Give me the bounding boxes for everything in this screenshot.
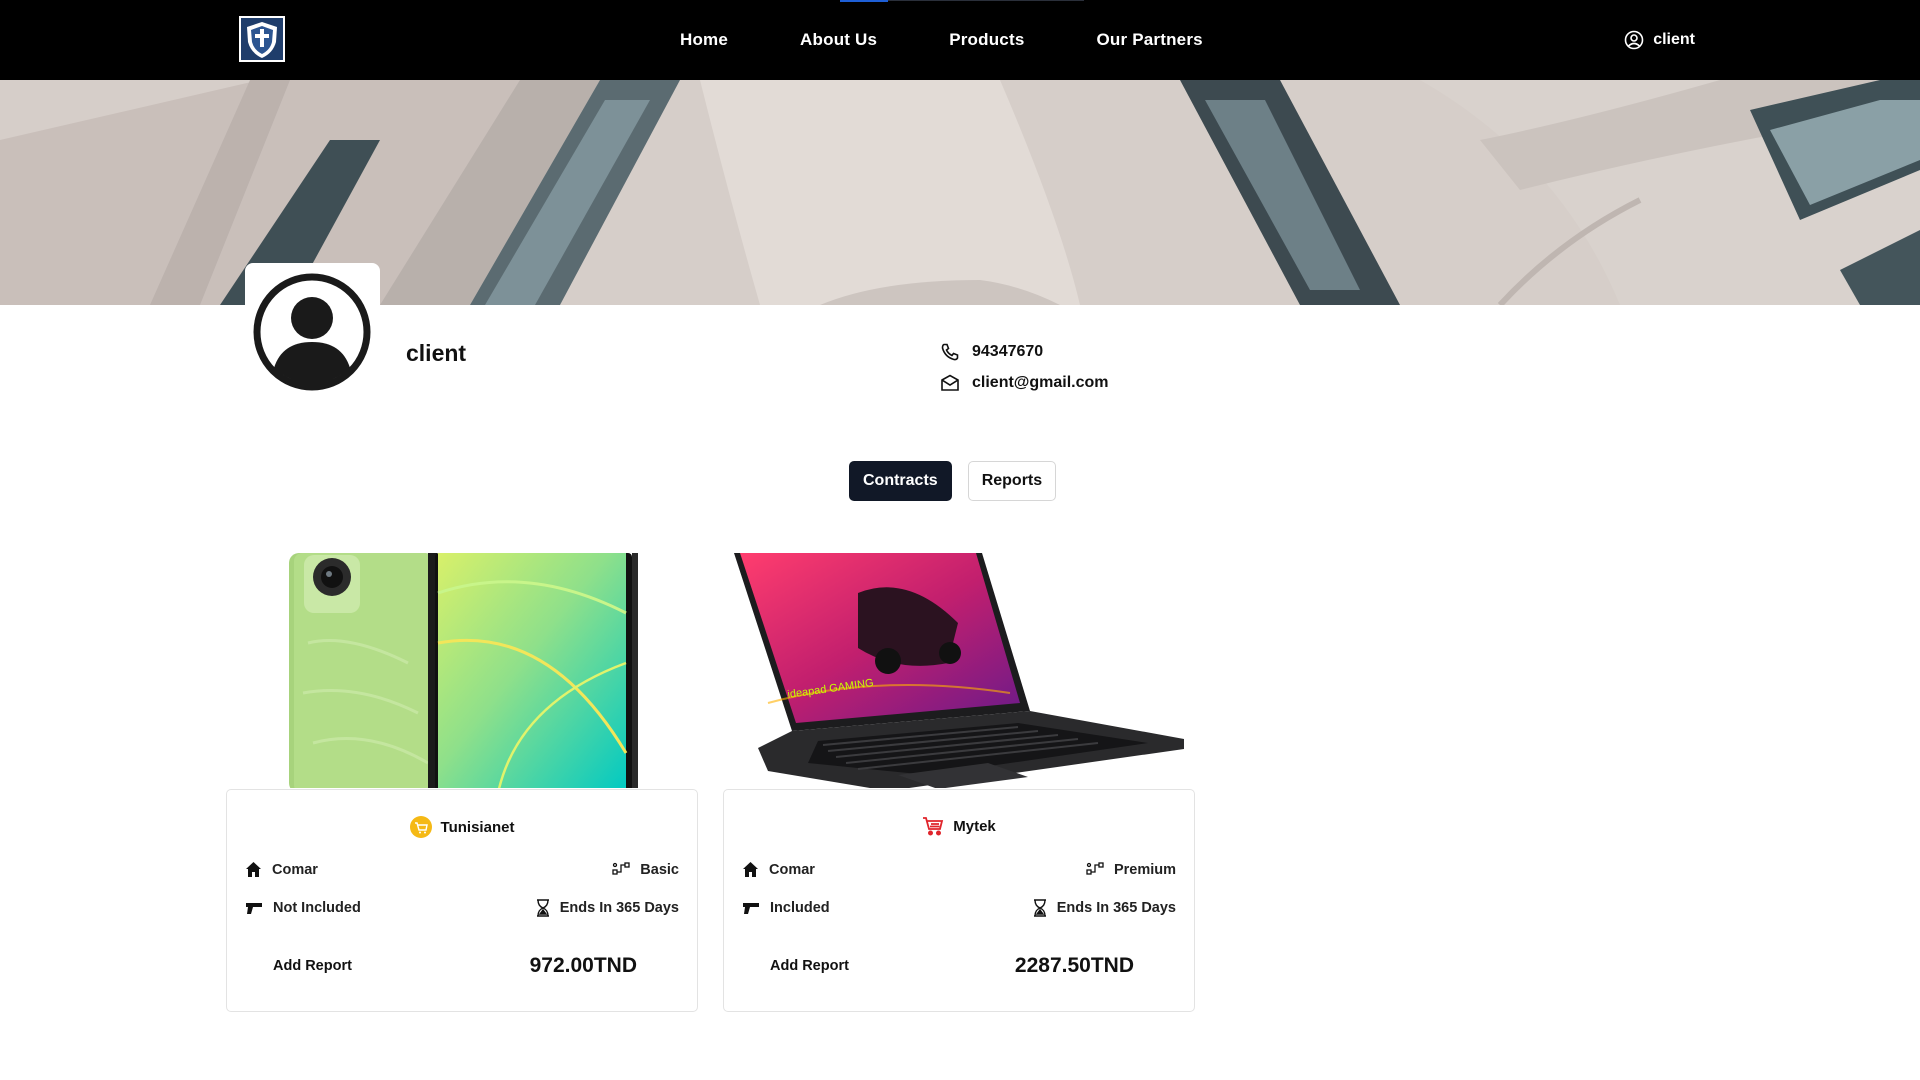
profile-phone: 94347670 [940, 342, 1043, 362]
contract-price: 2287.50TND [1014, 954, 1134, 977]
avatar [245, 263, 380, 398]
phone-text: 94347670 [972, 343, 1044, 360]
email-text: client@gmail.com [972, 374, 1109, 391]
contract-row-insurer-plan: Comar Basic [245, 861, 679, 878]
contract-card: Mytek Comar Premium Included Ends In 365… [723, 789, 1195, 1012]
theft-coverage: Not Included [273, 900, 361, 916]
plan-name: Basic [640, 861, 679, 878]
insurer-name: Comar [272, 861, 318, 878]
add-report-button[interactable]: Add Report [273, 958, 352, 974]
profile-email: client@gmail.com [940, 374, 1109, 392]
contract-duration: Ends In 365 Days [1056, 900, 1176, 916]
plan-name: Premium [1113, 861, 1176, 878]
contract-card: Tunisianet Comar Basic Not Included Ends… [226, 789, 698, 1012]
hourglass-icon [1033, 899, 1046, 917]
nav-products[interactable]: Products [949, 30, 1024, 50]
red-cart-icon [923, 817, 944, 836]
contract-row-theft-duration: Not Included Ends In 365 Days [245, 899, 679, 917]
theft-coverage: Included [770, 900, 830, 916]
store-name-row: Mytek [724, 816, 1194, 836]
nav-about-us[interactable]: About Us [800, 30, 877, 50]
contract-footer: Add Report 972.00TND [273, 954, 637, 978]
store-name: Mytek [953, 817, 996, 835]
envelope-icon [941, 374, 959, 391]
main-menu: Home About Us Products Our Partners [680, 0, 1275, 80]
user-circle-icon [1624, 30, 1644, 50]
store-name: Tunisianet [440, 818, 515, 836]
nav-our-partners[interactable]: Our Partners [1096, 30, 1202, 50]
store-name-row: Tunisianet [227, 816, 697, 838]
contract-price: 972.00TND [529, 954, 637, 977]
plan-icon [612, 861, 630, 875]
product-image-laptop: ideapad GAMING [728, 553, 1190, 788]
insurer-name: Comar [769, 861, 815, 878]
pistol-icon [743, 903, 759, 914]
product-image-phone [288, 553, 640, 788]
add-report-button[interactable]: Add Report [770, 958, 849, 974]
user-avatar-icon [253, 273, 371, 391]
home-icon [743, 862, 758, 877]
home-icon [246, 862, 261, 877]
contract-row-theft-duration: Included Ends In 365 Days [742, 899, 1176, 917]
contract-footer: Add Report 2287.50TND [770, 954, 1134, 978]
hourglass-icon [536, 899, 549, 917]
logo-icon[interactable] [238, 15, 286, 63]
plan-icon [1086, 861, 1104, 875]
phone-icon [941, 343, 959, 361]
navbar: Home About Us Products Our Partners clie… [0, 0, 1920, 80]
tab-contracts[interactable]: Contracts [849, 461, 952, 501]
cart-badge-icon [409, 816, 432, 838]
nav-home[interactable]: Home [680, 30, 728, 50]
profile-tabs: Contracts Reports [849, 461, 1057, 501]
tab-reports[interactable]: Reports [967, 461, 1057, 501]
contract-duration: Ends In 365 Days [559, 900, 679, 916]
contract-row-insurer-plan: Comar Premium [742, 861, 1176, 878]
user-menu[interactable]: client [1624, 0, 1695, 80]
pistol-icon [246, 903, 262, 914]
profile-name: client [406, 340, 467, 366]
user-menu-label: client [1653, 31, 1695, 48]
